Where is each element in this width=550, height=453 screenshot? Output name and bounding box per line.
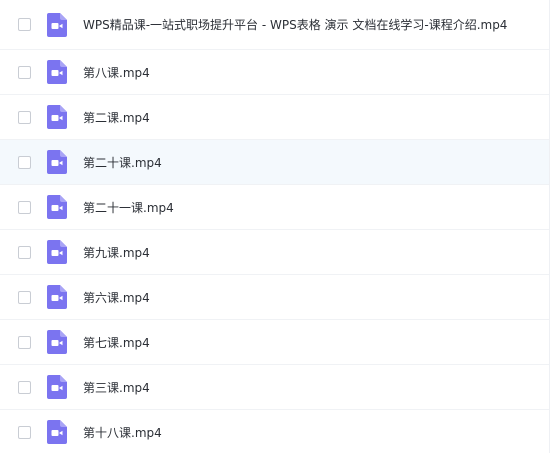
- file-name[interactable]: 第三课.mp4: [83, 379, 150, 396]
- row-checkbox[interactable]: [18, 200, 31, 214]
- file-name[interactable]: 第二十课.mp4: [83, 154, 162, 171]
- file-name[interactable]: 第九课.mp4: [83, 244, 150, 261]
- video-file-icon: [47, 150, 67, 174]
- file-name[interactable]: 第八课.mp4: [83, 64, 150, 81]
- file-row[interactable]: WPS精品课-一站式职场提升平台 - WPS表格 演示 文档在线学习-课程介绍.…: [0, 0, 549, 50]
- video-file-icon: [47, 60, 67, 84]
- file-row[interactable]: 第十八课.mp4: [0, 410, 549, 453]
- video-file-icon: [47, 12, 67, 37]
- video-file-icon: [47, 375, 67, 399]
- file-name[interactable]: 第七课.mp4: [83, 334, 150, 351]
- row-checkbox[interactable]: [18, 65, 31, 79]
- file-name[interactable]: 第十八课.mp4: [83, 424, 162, 441]
- video-file-icon: [47, 105, 67, 129]
- file-row[interactable]: 第七课.mp4: [0, 320, 549, 365]
- video-file-icon: [47, 240, 67, 264]
- row-checkbox[interactable]: [18, 380, 31, 394]
- file-name[interactable]: 第二十一课.mp4: [83, 199, 174, 216]
- row-checkbox[interactable]: [18, 425, 31, 439]
- file-list: WPS精品课-一站式职场提升平台 - WPS表格 演示 文档在线学习-课程介绍.…: [0, 0, 550, 453]
- video-file-icon: [47, 195, 67, 219]
- file-row[interactable]: 第二十一课.mp4: [0, 185, 549, 230]
- file-row[interactable]: 第九课.mp4: [0, 230, 549, 275]
- row-checkbox[interactable]: [18, 335, 31, 349]
- video-file-icon: [47, 330, 67, 354]
- row-checkbox[interactable]: [18, 245, 31, 259]
- video-file-icon: [47, 420, 67, 444]
- file-row[interactable]: 第六课.mp4: [0, 275, 549, 320]
- row-checkbox[interactable]: [18, 18, 31, 31]
- file-name[interactable]: 第六课.mp4: [83, 289, 150, 306]
- row-checkbox[interactable]: [18, 155, 31, 169]
- file-name[interactable]: 第二课.mp4: [83, 109, 150, 126]
- row-checkbox[interactable]: [18, 290, 31, 304]
- file-row[interactable]: 第二课.mp4: [0, 95, 549, 140]
- video-file-icon: [47, 285, 67, 309]
- row-checkbox[interactable]: [18, 110, 31, 124]
- file-row[interactable]: 第三课.mp4: [0, 365, 549, 410]
- file-name[interactable]: WPS精品课-一站式职场提升平台 - WPS表格 演示 文档在线学习-课程介绍.…: [83, 16, 507, 33]
- file-row[interactable]: 第八课.mp4: [0, 50, 549, 95]
- file-row-hovered[interactable]: 第二十课.mp4: [0, 140, 549, 185]
